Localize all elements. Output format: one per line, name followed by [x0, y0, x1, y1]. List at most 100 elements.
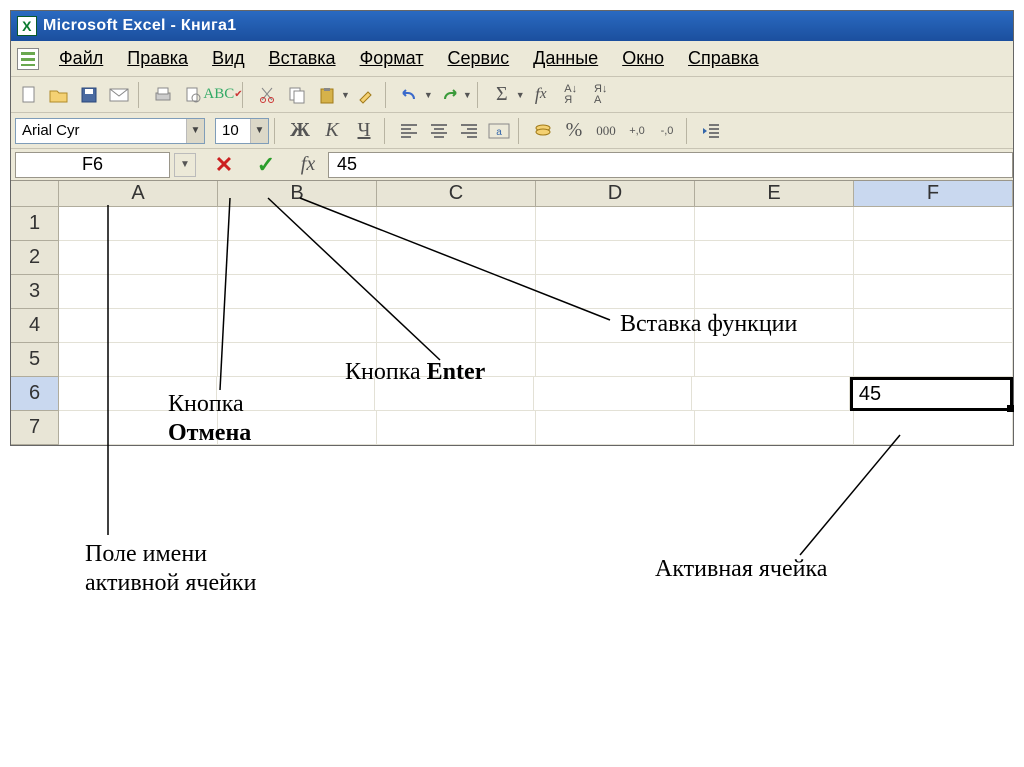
underline-button[interactable]: Ч: [349, 117, 379, 145]
cell-F7[interactable]: [854, 411, 1013, 445]
cell-F3[interactable]: [854, 275, 1013, 309]
redo-icon[interactable]: [435, 81, 463, 109]
cell-D1[interactable]: [536, 207, 695, 241]
decrease-indent-icon[interactable]: [697, 117, 725, 145]
merge-center-icon[interactable]: a: [485, 117, 513, 145]
cell-E6[interactable]: [692, 377, 850, 411]
cell-D2[interactable]: [536, 241, 695, 275]
menu-window[interactable]: Окно: [612, 45, 674, 72]
name-box-dropdown[interactable]: ▼: [174, 153, 196, 177]
cell-F2[interactable]: [854, 241, 1013, 275]
thousands-button[interactable]: 000: [591, 117, 621, 145]
sort-asc-icon[interactable]: А↓Я: [557, 81, 585, 109]
cell-A5[interactable]: [59, 343, 218, 377]
cell-E5[interactable]: [695, 343, 854, 377]
formula-input[interactable]: 45: [328, 152, 1013, 178]
select-all-corner[interactable]: [11, 181, 59, 206]
enter-button[interactable]: ✓: [252, 151, 280, 179]
format-painter-icon[interactable]: [352, 81, 380, 109]
chevron-down-icon[interactable]: ▼: [186, 119, 204, 143]
col-header-B[interactable]: B: [218, 181, 377, 206]
cell-A1[interactable]: [59, 207, 218, 241]
menu-help[interactable]: Справка: [678, 45, 769, 72]
row-header-5[interactable]: 5: [11, 343, 58, 377]
paste-icon[interactable]: [313, 81, 341, 109]
cell-B4[interactable]: [218, 309, 377, 343]
col-header-E[interactable]: E: [695, 181, 854, 206]
cell-E1[interactable]: [695, 207, 854, 241]
menu-tools[interactable]: Сервис: [438, 45, 520, 72]
row-header-3[interactable]: 3: [11, 275, 58, 309]
currency-icon[interactable]: [529, 117, 557, 145]
name-box[interactable]: F6: [15, 152, 170, 178]
cut-icon[interactable]: [253, 81, 281, 109]
menu-insert[interactable]: Вставка: [259, 45, 346, 72]
cell-C7[interactable]: [377, 411, 536, 445]
cell-D5[interactable]: [536, 343, 695, 377]
cell-E2[interactable]: [695, 241, 854, 275]
cell-F6[interactable]: 45: [850, 377, 1013, 411]
sort-desc-icon[interactable]: Я↓А: [587, 81, 615, 109]
bold-button[interactable]: Ж: [285, 117, 315, 145]
dropdown-arrow-icon[interactable]: ▼: [424, 90, 433, 100]
row-header-6[interactable]: 6: [11, 377, 58, 411]
cell-A2[interactable]: [59, 241, 218, 275]
col-header-C[interactable]: C: [377, 181, 536, 206]
font-name-combo[interactable]: Arial Cyr ▼: [15, 118, 205, 144]
menu-data[interactable]: Данные: [523, 45, 608, 72]
align-left-icon[interactable]: [395, 117, 423, 145]
menu-view[interactable]: Вид: [202, 45, 255, 72]
annotation-name-field: Поле имениактивной ячейки: [85, 540, 256, 598]
cell-D7[interactable]: [536, 411, 695, 445]
cell-C4[interactable]: [377, 309, 536, 343]
cell-E3[interactable]: [695, 275, 854, 309]
open-icon[interactable]: [45, 81, 73, 109]
fx-icon[interactable]: fx: [527, 81, 555, 109]
dropdown-arrow-icon[interactable]: ▼: [516, 90, 525, 100]
col-header-F[interactable]: F: [854, 181, 1013, 206]
increase-decimal-icon[interactable]: +,0: [623, 117, 651, 145]
cell-A3[interactable]: [59, 275, 218, 309]
autosum-icon[interactable]: Σ: [488, 81, 516, 109]
spellcheck-icon[interactable]: ABC✔: [209, 81, 237, 109]
dropdown-arrow-icon[interactable]: ▼: [463, 90, 472, 100]
cell-F4[interactable]: [854, 309, 1013, 343]
row-header-1[interactable]: 1: [11, 207, 58, 241]
italic-button[interactable]: К: [317, 117, 347, 145]
save-icon[interactable]: [75, 81, 103, 109]
menu-format[interactable]: Формат: [350, 45, 434, 72]
undo-icon[interactable]: [396, 81, 424, 109]
row-header-2[interactable]: 2: [11, 241, 58, 275]
col-header-D[interactable]: D: [536, 181, 695, 206]
row-header-4[interactable]: 4: [11, 309, 58, 343]
decrease-decimal-icon[interactable]: -,0: [653, 117, 681, 145]
cell-C2[interactable]: [377, 241, 536, 275]
copy-icon[interactable]: [283, 81, 311, 109]
print-icon[interactable]: [149, 81, 177, 109]
chevron-down-icon[interactable]: ▼: [250, 119, 268, 143]
insert-function-button[interactable]: fx: [294, 151, 322, 179]
cell-B1[interactable]: [218, 207, 377, 241]
percent-button[interactable]: %: [559, 117, 589, 145]
cell-B3[interactable]: [218, 275, 377, 309]
cell-E7[interactable]: [695, 411, 854, 445]
menu-file[interactable]: Файл: [49, 45, 113, 72]
new-icon[interactable]: [15, 81, 43, 109]
cell-A4[interactable]: [59, 309, 218, 343]
col-header-A[interactable]: A: [59, 181, 218, 206]
dropdown-arrow-icon[interactable]: ▼: [341, 90, 350, 100]
email-icon[interactable]: [105, 81, 133, 109]
cell-F5[interactable]: [854, 343, 1013, 377]
cancel-button[interactable]: ✕: [210, 151, 238, 179]
cell-D6[interactable]: [534, 377, 692, 411]
cell-C1[interactable]: [377, 207, 536, 241]
cell-D3[interactable]: [536, 275, 695, 309]
cell-F1[interactable]: [854, 207, 1013, 241]
row-header-7[interactable]: 7: [11, 411, 58, 445]
font-size-combo[interactable]: 10 ▼: [215, 118, 269, 144]
cell-B2[interactable]: [218, 241, 377, 275]
cell-C3[interactable]: [377, 275, 536, 309]
align-center-icon[interactable]: [425, 117, 453, 145]
menu-edit[interactable]: Правка: [117, 45, 198, 72]
align-right-icon[interactable]: [455, 117, 483, 145]
